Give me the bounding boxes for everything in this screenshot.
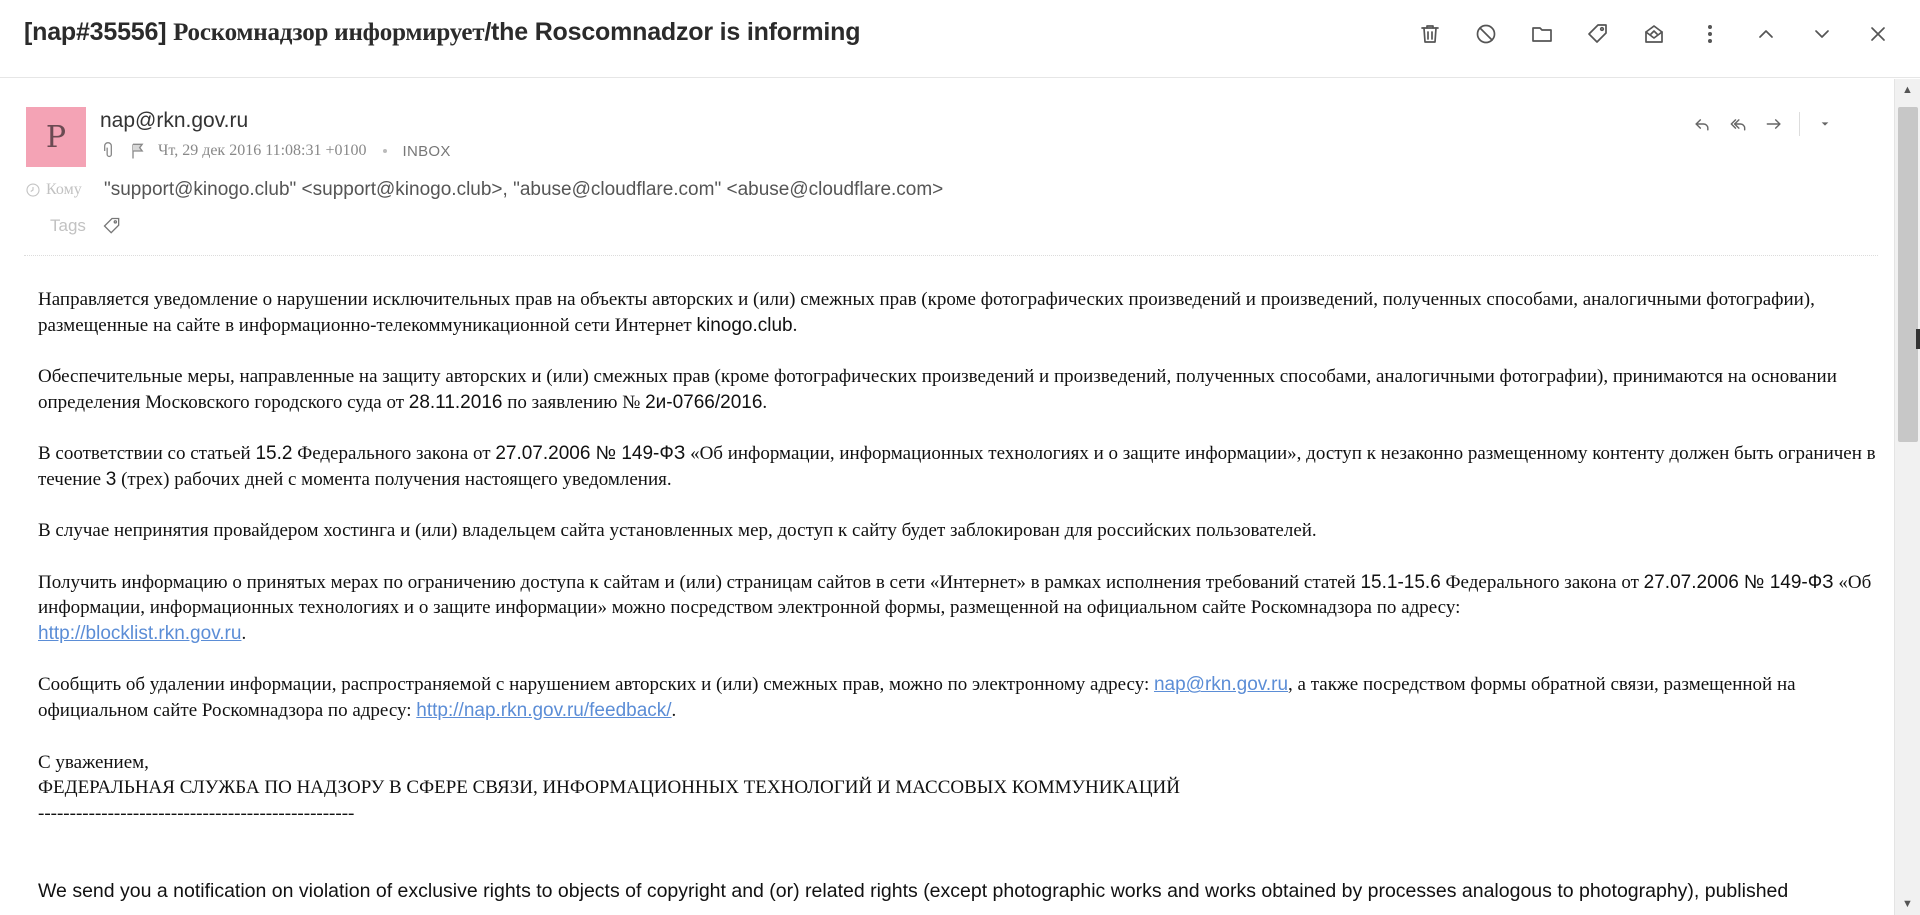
folder-icon (1532, 27, 1552, 42)
next-message-button[interactable] (1794, 16, 1850, 52)
to-label: Кому (24, 181, 104, 199)
message-subject: [nap#35556] Роскомнадзор информирует/the… (24, 18, 860, 47)
more-button[interactable] (1682, 16, 1738, 52)
archive-icon (1645, 25, 1663, 43)
prev-message-button[interactable] (1738, 16, 1794, 52)
header-divider (24, 255, 1878, 256)
body-paragraph-5: Получить информацию о принятых мерах по … (38, 571, 1872, 645)
chevron-down-icon (1815, 30, 1829, 38)
folder-label[interactable]: INBOX (403, 143, 451, 160)
body-paragraph-1: Направляется уведомление о нарушении иск… (38, 289, 1815, 336)
reply-button[interactable] (1687, 109, 1717, 139)
actions-divider (1799, 112, 1800, 136)
subject-en: /the Roscomnadzor is informing (484, 18, 861, 46)
body-paragraph-3: В соответствии со статьей 15.2 Федеральн… (38, 443, 1876, 490)
to-recipients: "support@kinogo.club" <support@kinogo.cl… (104, 179, 943, 201)
more-actions-button[interactable] (1810, 109, 1840, 139)
subject-ru: Роскомнадзор информирует (173, 19, 485, 46)
close-button[interactable] (1850, 16, 1906, 52)
feedback-link[interactable]: http://nap.rkn.gov.ru/feedback/ (416, 700, 671, 721)
caret-down-icon (1821, 122, 1829, 126)
tag-add-icon[interactable] (102, 216, 122, 236)
body-paragraph-en-1: We send you a notification on violation … (38, 879, 1789, 902)
separator-dot (382, 149, 387, 153)
scroll-marker (1916, 329, 1920, 349)
from-address[interactable]: nap@rkn.gov.ru (100, 109, 248, 133)
to-row: Кому "support@kinogo.club" <support@kino… (24, 179, 1864, 201)
header-bar: [nap#35556] Роскомнадзор информирует/the… (0, 0, 1920, 78)
move-button[interactable] (1514, 16, 1570, 52)
blocklist-link[interactable]: http://blocklist.rkn.gov.ru (38, 623, 241, 644)
clock-icon (26, 183, 40, 197)
message-view: P nap@rkn.gov.ru Чт, 29 дек 2016 11:08:3… (0, 79, 1894, 915)
message-meta: Чт, 29 дек 2016 11:08:31 +0100 INBOX (98, 141, 451, 161)
scroll-up-arrow[interactable]: ▲ (1895, 79, 1920, 101)
delete-button[interactable] (1402, 16, 1458, 52)
spam-button[interactable] (1458, 16, 1514, 52)
flag-icon[interactable] (128, 141, 148, 161)
scrollbar-thumb[interactable] (1898, 107, 1918, 442)
forward-button[interactable] (1759, 109, 1789, 139)
reply-all-button[interactable] (1723, 109, 1753, 139)
tag-button[interactable] (1570, 16, 1626, 52)
recipient-abuse[interactable]: "abuse@cloudflare.com" <abuse@cloudflare… (513, 179, 943, 200)
chevron-up-icon (1759, 30, 1773, 38)
scroll-down-arrow[interactable]: ▼ (1895, 893, 1920, 915)
signature: С уважением, ФЕДЕРАЛЬНАЯ СЛУЖБА ПО НАДЗОР… (38, 751, 1180, 824)
to-label-text: Кому (46, 181, 82, 198)
tag-icon (1588, 24, 1607, 43)
reply-icon (1695, 119, 1709, 131)
tags-label: Tags (50, 216, 86, 235)
subject-ticket-id: [nap#35556] (24, 18, 167, 46)
message-toolbar (1402, 16, 1906, 52)
nap-email-link[interactable]: nap@rkn.gov.ru (1154, 674, 1288, 695)
body-paragraph-2: Обеспечительные меры, направленные на за… (38, 366, 1837, 413)
recipient-separator: , (502, 179, 514, 200)
message-date: Чт, 29 дек 2016 11:08:31 +0100 (158, 142, 367, 159)
trash-icon (1421, 25, 1439, 43)
recipient-support[interactable]: "support@kinogo.club" <support@kinogo.cl… (104, 179, 503, 200)
paperclip-icon[interactable] (98, 141, 118, 161)
avatar: P (26, 107, 86, 167)
tags-row: Tags (50, 216, 122, 236)
message-body: Направляется уведомление о нарушении иск… (38, 287, 1880, 915)
vertical-scrollbar[interactable]: ▲ ▼ (1894, 79, 1920, 915)
body-paragraph-6: Сообщить об удалении информации, распрос… (38, 674, 1796, 722)
block-icon (1476, 24, 1496, 44)
reply-all-icon (1730, 119, 1746, 131)
more-vertical-icon (1708, 25, 1712, 43)
forward-icon (1766, 119, 1781, 129)
archive-button[interactable] (1626, 16, 1682, 52)
message-actions (1687, 109, 1840, 139)
body-paragraph-4: В случае непринятия провайдером хостинга… (38, 520, 1317, 542)
close-icon (1871, 27, 1885, 41)
